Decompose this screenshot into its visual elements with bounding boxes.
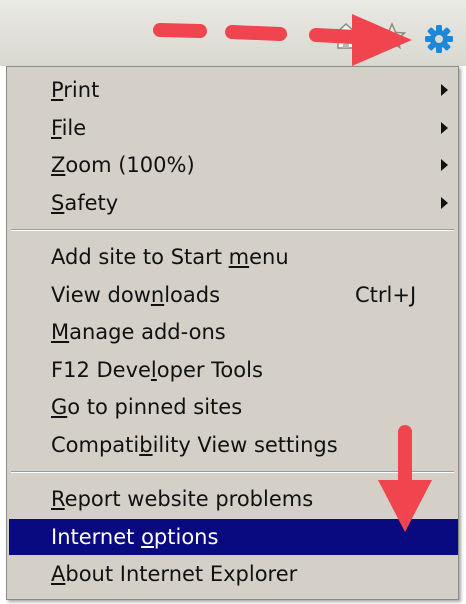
access-key: Z: [51, 153, 66, 177]
menu-item-safety[interactable]: Safety: [7, 185, 458, 221]
label-text: bout Internet Explorer: [65, 562, 298, 586]
access-key: M: [51, 320, 70, 344]
menu-item-label: About Internet Explorer: [51, 562, 297, 586]
label-text: Add site to Start: [51, 245, 229, 269]
menu-item-add-site-to-start-menu[interactable]: Add site to Start menu: [7, 239, 458, 275]
access-key: n: [150, 282, 165, 307]
label-text: rint: [63, 78, 100, 102]
access-key: A: [51, 562, 66, 586]
label-text: oper Tools: [156, 357, 263, 382]
submenu-arrow-icon: [441, 84, 448, 96]
label-text: F12 Deve: [51, 357, 151, 382]
menu-item-about-internet-explorer[interactable]: About Internet Explorer: [7, 556, 458, 592]
menu-item-label: Go to pinned sites: [51, 395, 242, 419]
command-bar: [0, 0, 466, 66]
access-key: o: [141, 524, 154, 549]
menu-item-internet-options[interactable]: Internet options: [9, 518, 458, 555]
label-text: anage add-ons: [69, 320, 226, 344]
label-text: afety: [64, 190, 119, 215]
label-text: o to pinned sites: [67, 395, 243, 419]
menu-item-label: Compatibility View settings: [51, 433, 338, 457]
submenu-arrow-icon: [441, 121, 448, 134]
gear-icon[interactable]: [424, 24, 454, 54]
menu-item-report-website-problems[interactable]: Report website problems: [7, 481, 458, 517]
label-text: loads: [164, 282, 221, 307]
access-key: F: [51, 115, 62, 140]
menu-item-label: Internet options: [51, 525, 218, 549]
shortcut-text: Ctrl+J: [355, 282, 417, 307]
menu-item-label: F12 Developer Tools: [51, 358, 263, 382]
favorites-star-icon[interactable]: [378, 22, 406, 50]
menu-item-view-downloads[interactable]: View downloads Ctrl+J: [7, 277, 458, 313]
access-key: R: [51, 487, 65, 511]
submenu-arrow-icon: [441, 159, 448, 171]
menu-item-label: File: [51, 116, 86, 140]
menu-item-label: Manage add-ons: [51, 320, 226, 344]
menu-item-label: View downloads: [51, 283, 220, 307]
menu-separator: [11, 471, 454, 473]
label-text: ile: [61, 115, 87, 140]
submenu-arrow-icon: [441, 196, 448, 209]
menu-item-label: Print: [51, 78, 99, 102]
menu-item-label: Safety: [51, 191, 118, 215]
tools-menu: Print File Zoom (100%) Safety Add site to St…: [6, 66, 459, 600]
access-key: b: [139, 432, 153, 457]
menu-item-go-to-pinned-sites[interactable]: Go to pinned sites: [7, 389, 458, 425]
access-key: P: [51, 78, 64, 102]
menu-item-label: Zoom (100%): [51, 153, 195, 177]
menu-item-compatibility-view-settings[interactable]: Compatibility View settings: [7, 427, 458, 463]
menu-item-file[interactable]: File: [7, 110, 458, 146]
label-text: View dow: [51, 282, 151, 307]
access-key: G: [51, 395, 68, 419]
label-text: ptions: [153, 524, 219, 549]
access-key: S: [51, 190, 65, 215]
menu-separator: [11, 229, 454, 231]
label-text: ility View settings: [152, 432, 338, 457]
label-text: Compati: [51, 432, 140, 457]
label-text: Internet: [51, 524, 142, 549]
label-text: oom (100%): [65, 153, 195, 177]
access-key: m: [228, 245, 250, 269]
label-text: enu: [249, 245, 289, 269]
menu-item-print[interactable]: Print: [7, 72, 458, 108]
menu-item-zoom-100[interactable]: Zoom (100%): [7, 147, 458, 183]
menu-item-label: Report website problems: [51, 487, 313, 511]
menu-item-manage-add-ons[interactable]: Manage add-ons: [7, 314, 458, 350]
menu-item-f12-developer-tools[interactable]: F12 Developer Tools: [7, 352, 458, 388]
label-text: eport website problems: [64, 487, 314, 511]
menu-item-label: Add site to Start menu: [51, 245, 289, 269]
home-icon[interactable]: [333, 22, 359, 50]
